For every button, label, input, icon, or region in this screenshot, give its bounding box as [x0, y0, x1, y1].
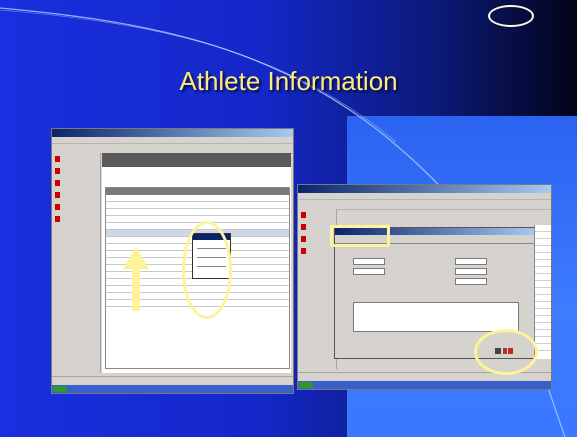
- table-row: [535, 267, 551, 274]
- nav-item: [301, 224, 333, 230]
- slide-title: Athlete Information: [179, 66, 398, 96]
- start-button: [299, 382, 313, 388]
- table-row: [535, 337, 551, 344]
- table-row: [535, 302, 551, 309]
- start-button: [53, 386, 67, 392]
- table-header: [106, 188, 289, 195]
- table-row: [535, 225, 551, 232]
- form-field: [455, 268, 487, 275]
- nav-item: [55, 180, 97, 186]
- up-arrow-icon: [123, 247, 149, 311]
- highlight-rectangle: [330, 225, 390, 247]
- window-menubar: [52, 137, 293, 144]
- table-row: [535, 232, 551, 239]
- nav-sidebar: [52, 153, 101, 373]
- dialog-listbox: [353, 302, 519, 332]
- window-titlebar: [52, 129, 293, 137]
- background-table: [534, 225, 551, 359]
- nav-item: [55, 216, 97, 222]
- window-statusbar: [52, 376, 293, 385]
- window-titlebar: [298, 185, 551, 193]
- table-row: [106, 202, 289, 209]
- table-row: [535, 316, 551, 323]
- table-row: [535, 274, 551, 281]
- form-field: [455, 258, 487, 265]
- table-row: [535, 260, 551, 267]
- table-row: [535, 239, 551, 246]
- form-field: [353, 258, 385, 265]
- nav-item: [55, 204, 97, 210]
- nav-item: [301, 212, 333, 218]
- table-row: [106, 216, 289, 223]
- screenshot-athlete-list: [51, 128, 294, 394]
- nav-item: [301, 248, 333, 254]
- presentation-slide: Athlete Information: [0, 0, 577, 437]
- nav-item: [55, 156, 97, 162]
- table-row: [535, 288, 551, 295]
- nav-item: [55, 168, 97, 174]
- table-row: [106, 209, 289, 216]
- form-field: [353, 268, 385, 275]
- panel-header: [102, 153, 291, 167]
- table-row: [535, 253, 551, 260]
- decorative-oval-icon: [488, 5, 534, 27]
- table-row: [535, 295, 551, 302]
- table-row: [535, 323, 551, 330]
- table-row: [535, 309, 551, 316]
- table-row: [106, 195, 289, 202]
- highlight-oval: [474, 329, 538, 375]
- window-menubar: [298, 193, 551, 200]
- os-taskbar: [298, 381, 551, 389]
- nav-item: [55, 192, 97, 198]
- table-row: [535, 246, 551, 253]
- table-row: [535, 281, 551, 288]
- nav-item: [301, 236, 333, 242]
- form-field: [455, 278, 487, 285]
- highlight-oval: [182, 221, 232, 319]
- os-taskbar: [52, 385, 293, 393]
- table-row: [535, 330, 551, 337]
